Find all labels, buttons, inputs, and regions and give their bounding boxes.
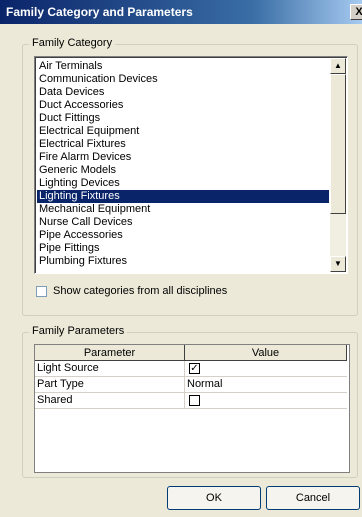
parameter-name-cell: Shared	[35, 393, 185, 408]
column-header-parameter[interactable]: Parameter	[35, 345, 185, 361]
table-row[interactable]: Light Source ✓	[35, 361, 347, 377]
category-list-item[interactable]: Fire Alarm Devices	[37, 151, 329, 164]
ok-button[interactable]: OK	[167, 486, 261, 510]
category-list-item[interactable]: Mechanical Equipment	[37, 203, 329, 216]
table-row[interactable]: Part Type Normal	[35, 377, 347, 393]
category-list-item[interactable]: Lighting Devices	[37, 177, 329, 190]
family-parameters-legend: Family Parameters	[29, 325, 128, 337]
parameter-value-cell[interactable]	[185, 393, 347, 408]
family-category-legend: Family Category	[29, 37, 116, 49]
category-list: Air Terminals Communication Devices Data D…	[37, 60, 329, 268]
category-list-item[interactable]: Lighting Fixtures	[37, 190, 329, 203]
scroll-down-button[interactable]: ▼	[330, 256, 346, 272]
category-list-item[interactable]: Data Devices	[37, 86, 329, 99]
category-list-item[interactable]: Pipe Accessories	[37, 229, 329, 242]
category-list-item[interactable]: Duct Fittings	[37, 112, 329, 125]
title-bar: Family Category and Parameters X	[0, 0, 362, 24]
category-scrollbar[interactable]: ▲ ▼	[330, 58, 346, 272]
checked-checkbox[interactable]: ✓	[189, 363, 200, 374]
category-listbox[interactable]: Air Terminals Communication Devices Data D…	[34, 56, 348, 274]
window-title: Family Category and Parameters	[6, 5, 193, 19]
show-all-checkbox[interactable]	[36, 286, 47, 297]
category-list-item[interactable]: Communication Devices	[37, 73, 329, 86]
category-list-item[interactable]: Pipe Fittings	[37, 242, 329, 255]
close-button[interactable]: X	[350, 4, 362, 20]
show-all-label: Show categories from all disciplines	[53, 285, 228, 297]
parameter-name-cell: Light Source	[35, 361, 185, 376]
column-header-value[interactable]: Value	[185, 345, 347, 361]
category-list-item[interactable]: Electrical Equipment	[37, 125, 329, 138]
table-row[interactable]: Shared	[35, 393, 347, 409]
parameter-value-cell[interactable]: ✓	[185, 361, 347, 376]
scroll-thumb[interactable]	[330, 74, 346, 214]
parameter-name-cell: Part Type	[35, 377, 185, 392]
scroll-up-button[interactable]: ▲	[330, 58, 346, 74]
category-list-item[interactable]: Air Terminals	[37, 60, 329, 73]
category-list-item[interactable]: Nurse Call Devices	[37, 216, 329, 229]
unchecked-checkbox[interactable]	[189, 395, 200, 406]
category-list-item[interactable]: Electrical Fixtures	[37, 138, 329, 151]
parameter-value-cell[interactable]: Normal	[185, 377, 347, 392]
category-list-item[interactable]: Duct Accessories	[37, 99, 329, 112]
cancel-button[interactable]: Cancel	[266, 486, 360, 510]
category-list-item[interactable]: Plumbing Fixtures	[37, 255, 329, 268]
category-list-item[interactable]: Generic Models	[37, 164, 329, 177]
parameters-table: Parameter Value Light Source ✓ Part Type No…	[34, 344, 350, 473]
